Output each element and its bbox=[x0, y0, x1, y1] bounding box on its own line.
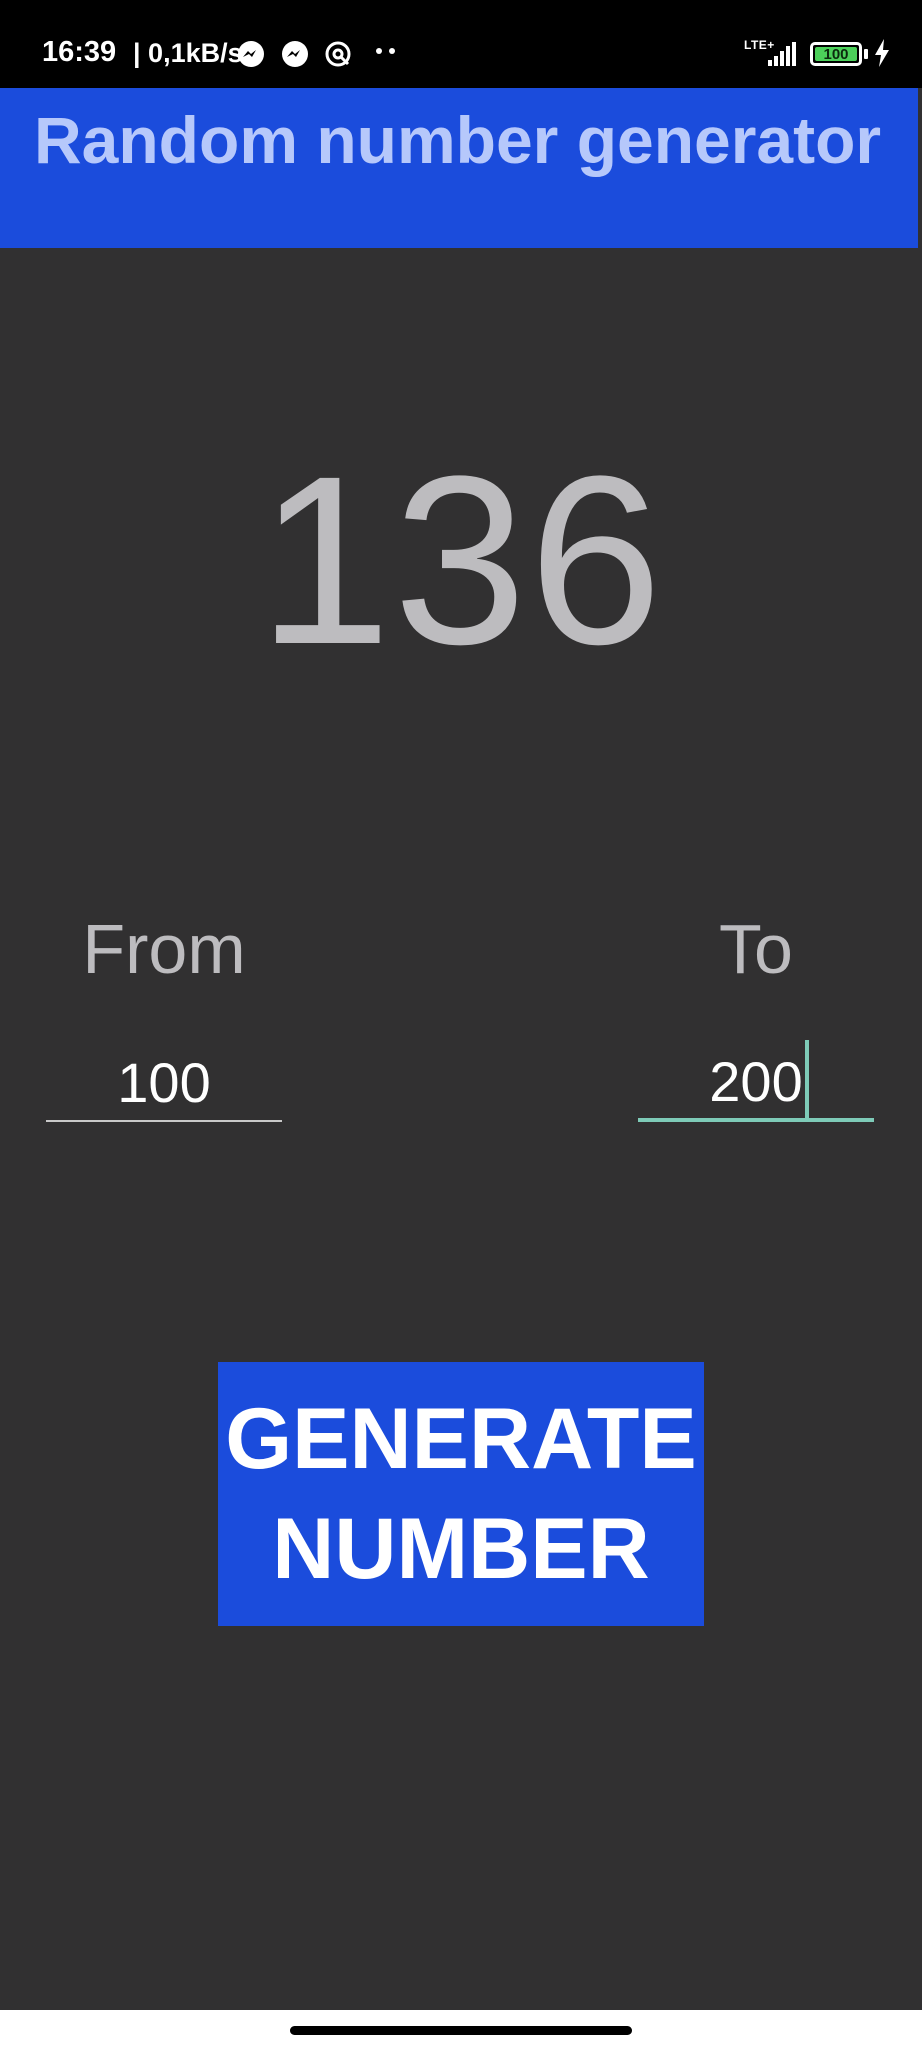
battery-icon: 100 bbox=[810, 42, 862, 66]
vpn-icon bbox=[325, 41, 351, 67]
battery-cap bbox=[864, 49, 868, 59]
home-indicator[interactable] bbox=[290, 2026, 632, 2035]
status-time: 16:39 bbox=[42, 36, 117, 68]
status-bar: 16:39 | 0,1kB/s LTE+ 100 bbox=[0, 0, 922, 88]
text-cursor bbox=[805, 1040, 809, 1120]
generate-button-line1: GENERATE bbox=[225, 1391, 697, 1487]
generate-button-line2: NUMBER bbox=[272, 1501, 650, 1597]
navigation-bar bbox=[0, 2010, 922, 2048]
charging-bolt-icon bbox=[875, 39, 889, 67]
network-speed: | 0,1kB/s bbox=[133, 38, 243, 68]
generated-number: 136 bbox=[257, 426, 665, 694]
app-header: Random number generator bbox=[0, 88, 918, 248]
messenger-icon bbox=[282, 41, 308, 67]
more-dots-icon bbox=[376, 48, 395, 54]
battery-level: 100 bbox=[823, 46, 849, 63]
messenger-icon bbox=[238, 41, 264, 67]
to-label: To bbox=[719, 910, 793, 988]
app-screen: 16:39 | 0,1kB/s LTE+ 100 Random number g… bbox=[0, 0, 922, 2048]
from-label: From bbox=[82, 910, 246, 988]
app-title: Random number generator bbox=[34, 103, 882, 177]
to-input[interactable] bbox=[638, 1044, 874, 1122]
signal-icon bbox=[768, 42, 796, 66]
from-input[interactable] bbox=[46, 1044, 282, 1122]
generate-number-button[interactable]: GENERATE NUMBER bbox=[218, 1362, 704, 1626]
